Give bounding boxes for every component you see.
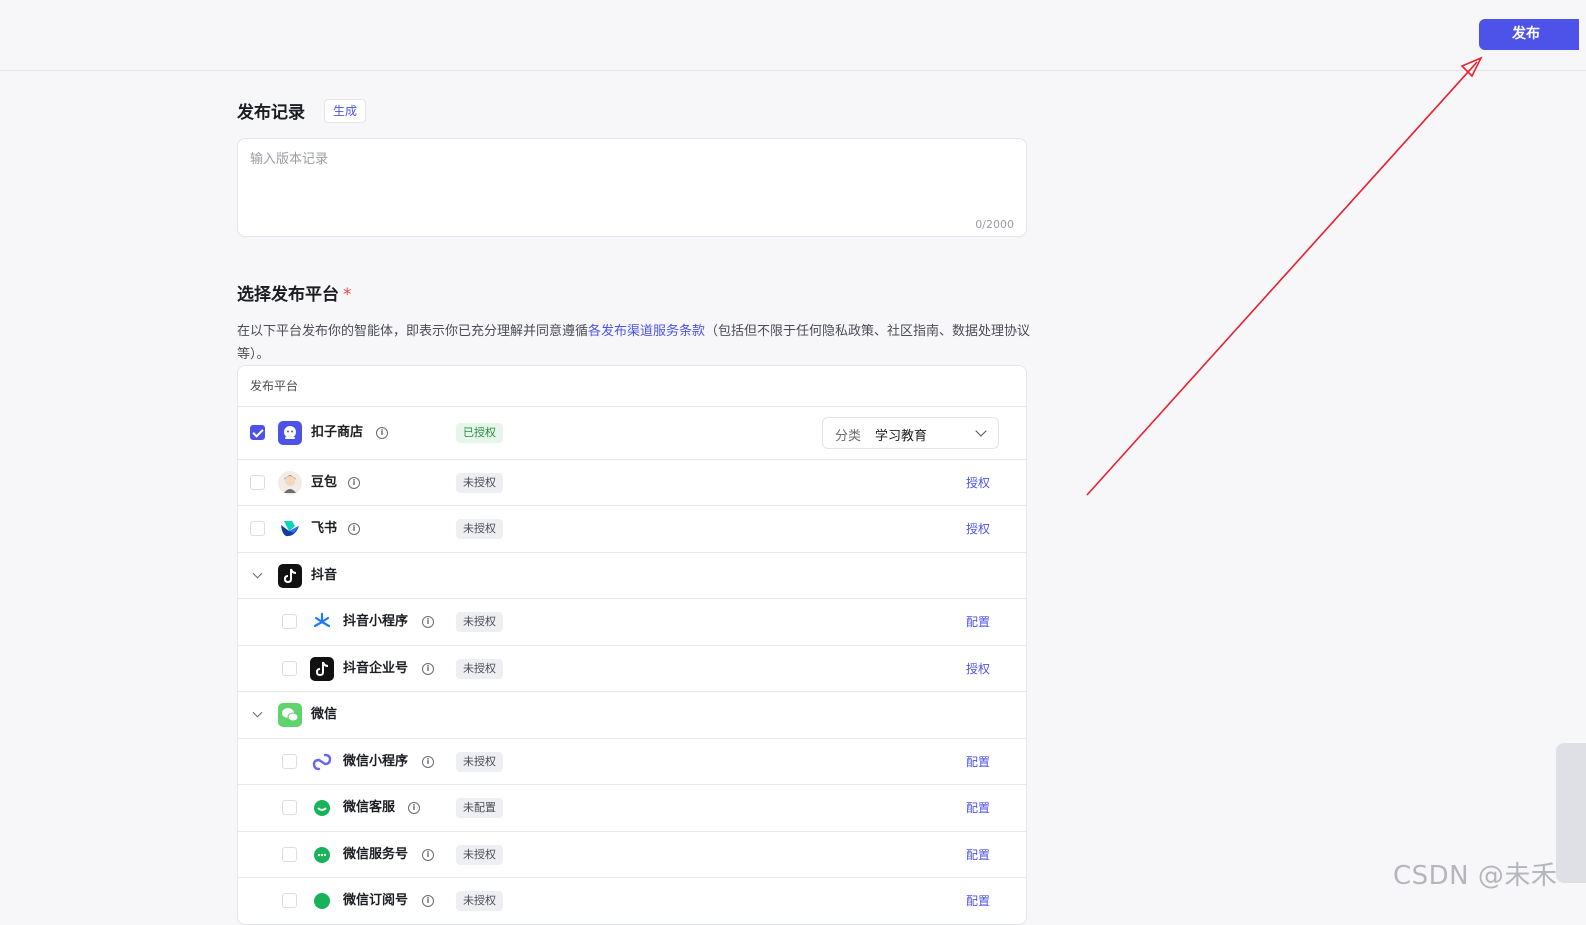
info-icon[interactable]: i (376, 427, 388, 439)
wechat-miniapp-icon (310, 749, 334, 774)
publish-button[interactable]: 发布 (1479, 19, 1579, 50)
platform-name: 抖音小程序 (343, 614, 409, 629)
generate-button[interactable]: 生成 (324, 99, 367, 123)
wechat-service-icon (310, 796, 334, 820)
chevron-down-icon[interactable] (250, 707, 266, 723)
platform-name: 微信订阅号 (343, 893, 409, 908)
version-record-input[interactable]: 输入版本记录 0/2000 (237, 138, 1027, 237)
table-row: 微信客服 i 未配置 配置 (238, 785, 1026, 832)
info-icon[interactable]: i (422, 848, 434, 861)
coze-store-checkbox[interactable] (250, 425, 265, 440)
record-title: 发布记录 (237, 103, 305, 123)
configure-link[interactable]: 配置 (966, 753, 990, 771)
table-row: 微信订阅号 i 未授权 配置 (238, 878, 1026, 924)
category-select[interactable]: 分类 学习教育 (822, 417, 999, 449)
table-row: 扣子商店 i 已授权 分类 学习教育 (238, 407, 1026, 460)
info-icon[interactable]: i (422, 755, 434, 768)
platform-name: 微信服务号 (343, 846, 409, 862)
table-row: 微信小程序 i 未授权 配置 (238, 739, 1026, 785)
configure-link[interactable]: 配置 (966, 799, 990, 817)
configure-link[interactable]: 配置 (966, 846, 990, 864)
wechat-subscription-icon (310, 889, 334, 913)
wechat-icon (278, 703, 302, 727)
info-icon[interactable]: i (422, 895, 434, 907)
table-row: 豆包 i 未授权 授权 (238, 460, 1026, 506)
platform-title-text: 选择发布平台 (237, 285, 339, 305)
doubao-icon (278, 470, 302, 495)
status-badge: 未授权 (456, 844, 503, 865)
feishu-icon (278, 517, 302, 541)
authorize-link[interactable]: 授权 (966, 474, 990, 492)
wechat-official-checkbox[interactable] (282, 846, 297, 862)
category-value: 学习教育 (875, 429, 928, 444)
platform-description: 在以下平台发布你的智能体，即表示你已充分理解并同意遵循各发布渠道服务条款（包括但… (237, 320, 1037, 366)
platform-name: 微信客服 (343, 800, 396, 815)
table-row: 微信服务号 i 未授权 配置 (238, 832, 1026, 878)
configure-link[interactable]: 配置 (966, 613, 990, 631)
platform-name: 飞书 (311, 521, 338, 536)
platform-name: 微信 (311, 707, 338, 722)
top-bar: 发布 (0, 0, 1586, 71)
douyin-miniapp-checkbox[interactable] (282, 614, 297, 629)
chevron-down-icon (975, 425, 987, 437)
status-badge: 未授权 (456, 472, 503, 493)
status-badge: 未授权 (456, 612, 503, 632)
platform-name: 豆包 (311, 474, 338, 490)
platform-name: 微信小程序 (343, 753, 409, 769)
table-row: 飞书 i 未授权 授权 (238, 506, 1026, 553)
group-row-wechat[interactable]: 微信 (238, 692, 1026, 739)
info-icon[interactable]: i (408, 802, 420, 814)
input-placeholder: 输入版本记录 (250, 152, 329, 167)
wechat-official-icon (310, 842, 334, 867)
feishu-checkbox[interactable] (250, 521, 265, 536)
douyin-miniapp-icon (310, 610, 334, 634)
info-icon[interactable]: i (348, 523, 360, 535)
table-row: 抖音企业号 i 未授权 授权 (238, 646, 1026, 692)
wechat-miniapp-checkbox[interactable] (282, 753, 297, 769)
doubao-checkbox[interactable] (250, 474, 265, 490)
coze-store-icon (278, 421, 302, 445)
status-badge: 未授权 (456, 519, 503, 539)
info-icon[interactable]: i (422, 662, 434, 675)
side-floating-tab[interactable] (1556, 743, 1586, 883)
platform-name: 抖音 (311, 567, 338, 583)
desc-prefix: 在以下平台发布你的智能体，即表示你已充分理解并同意遵循 (237, 324, 589, 339)
platform-table: 发布平台 扣子商店 i 已授权 分类 学习教育 豆包 i 未授权 授权 飞书 i (237, 365, 1027, 925)
status-badge: 未授权 (456, 891, 503, 911)
authorize-link[interactable]: 授权 (966, 520, 990, 538)
info-icon[interactable]: i (348, 476, 360, 489)
wechat-service-checkbox[interactable] (282, 800, 297, 815)
table-header: 发布平台 (238, 366, 1026, 407)
category-label: 分类 (835, 429, 862, 444)
required-star: * (343, 285, 352, 305)
info-icon[interactable]: i (422, 616, 434, 628)
chevron-down-icon[interactable] (250, 568, 266, 584)
platform-title: 选择发布平台 * (237, 280, 352, 305)
wechat-subscription-checkbox[interactable] (282, 893, 297, 908)
group-row-douyin[interactable]: 抖音 (238, 553, 1026, 599)
platform-name: 抖音企业号 (343, 660, 409, 676)
douyin-icon (278, 563, 302, 588)
douyin-enterprise-icon (310, 656, 334, 681)
watermark: CSDN @未禾 (1393, 861, 1558, 891)
platform-name: 扣子商店 (311, 425, 364, 440)
status-badge: 未授权 (456, 658, 503, 679)
table-row: 抖音小程序 i 未授权 配置 (238, 599, 1026, 646)
douyin-enterprise-checkbox[interactable] (282, 660, 297, 676)
configure-link[interactable]: 配置 (966, 892, 990, 910)
authorize-link[interactable]: 授权 (966, 660, 990, 678)
terms-link[interactable]: 各发布渠道服务条款 (588, 324, 705, 339)
char-counter: 0/2000 (975, 218, 1014, 231)
status-badge: 未配置 (456, 798, 503, 818)
status-badge: 未授权 (456, 751, 503, 772)
status-badge: 已授权 (456, 423, 503, 443)
